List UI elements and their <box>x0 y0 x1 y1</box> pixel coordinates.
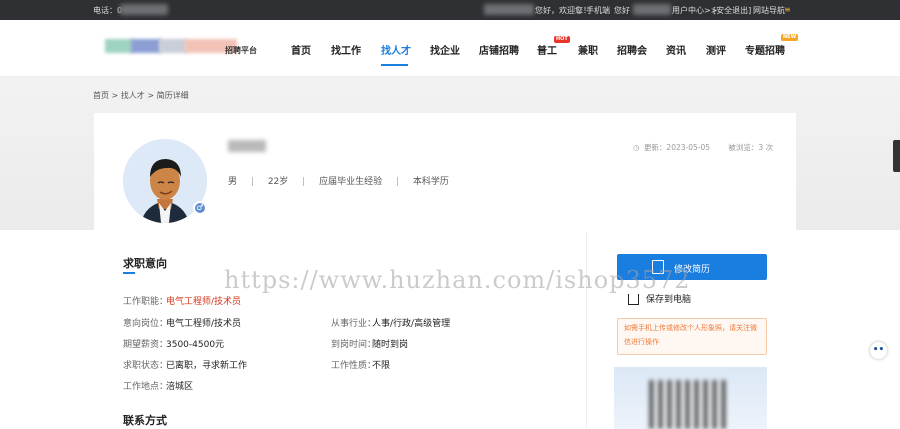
nav-news[interactable]: 资讯 <box>666 42 686 57</box>
update-info: ◷ 更新：2023-05-05 被浏览：3 次 <box>633 142 773 153</box>
position-value: 电气工程师/技术员 <box>166 319 242 329</box>
qr-code-redacted <box>649 380 727 429</box>
meta-sep: | <box>250 177 254 187</box>
breadcrumb: 首页 > 找人才 > 简历详细 <box>93 90 189 101</box>
nav-find-job[interactable]: 找工作 <box>331 42 361 57</box>
logo-subtitle: 招聘平台 <box>225 46 257 55</box>
age-value: 22岁 <box>267 177 289 187</box>
location-value: 涪城区 <box>166 382 194 392</box>
job-intent-title: 求职意向 <box>123 257 167 270</box>
clock-icon: ◷ <box>633 143 640 152</box>
phone-number-redacted <box>120 4 168 17</box>
salary-value: 3500-4500元 <box>166 340 225 350</box>
hot-badge: HOT <box>554 36 570 43</box>
nature-label: 工作性质： <box>331 361 377 371</box>
site-logo[interactable]: 招聘平台 <box>105 38 265 60</box>
nav-special-recruit[interactable]: 专题招聘 <box>745 42 785 57</box>
save-label: 保存到电脑 <box>646 295 692 305</box>
menu-icon[interactable]: ≡ <box>784 5 791 14</box>
nav-job-fair[interactable]: 招聘会 <box>617 42 647 57</box>
gender-value: 男 <box>228 177 238 187</box>
username-redacted <box>633 4 671 17</box>
arrival-label: 到岗时间： <box>331 340 377 350</box>
location-label: 工作地点： <box>123 382 169 392</box>
header: 招聘平台 首页 找工作 找人才 找企业 店铺招聘 普工 HOT 兼职 招聘会 资… <box>0 20 900 77</box>
industry-label: 从事行业： <box>331 319 377 329</box>
site-nav-link[interactable]: 网站导航 <box>753 5 785 16</box>
candidate-name-redacted <box>228 140 266 152</box>
site-name-redacted <box>484 4 534 17</box>
new-badge: NEW <box>781 34 799 41</box>
nav-home[interactable]: 首页 <box>291 42 311 57</box>
job-function-value: 电气工程师/技术员 <box>166 297 242 307</box>
logout-link[interactable]: [安全退出] <box>713 5 751 16</box>
arrival-value: 随时到岗 <box>372 340 409 350</box>
view-count: 被浏览：3 次 <box>728 143 774 152</box>
breadcrumb-sep: > <box>111 91 119 100</box>
section-underline <box>123 272 135 274</box>
nav-find-company[interactable]: 找企业 <box>430 42 460 57</box>
nav-store-recruit[interactable]: 店铺招聘 <box>479 42 519 57</box>
wechat-notice: 如需手机上传或修改个人形象照，请关注微信进行操作 <box>617 318 767 355</box>
watermark: https://www.huzhan.com/ishop3572 <box>224 266 691 294</box>
breadcrumb-current: 简历详细 <box>156 91 189 100</box>
mobile-icon[interactable]: ▯ <box>577 5 581 14</box>
download-icon <box>628 294 639 305</box>
nav-active-underline <box>381 64 408 66</box>
industry-value: 人事/行政/高级管理 <box>372 319 451 329</box>
status-label: 求职状态： <box>123 361 169 371</box>
top-bar: 电话：0 您好，欢迎您！ ▯ 手机端 您好 用户中心>> [安全退出] 网站导航… <box>0 0 900 20</box>
experience-value: 应届毕业生经验 <box>319 177 383 187</box>
chat-icon[interactable]: •• <box>870 342 887 359</box>
profile-meta: 男 | 22岁 | 应届毕业生经验 | 本科学历 <box>228 174 460 187</box>
contact-title: 联系方式 <box>123 414 167 427</box>
meta-sep: | <box>395 177 399 187</box>
nav-general-worker[interactable]: 普工 <box>537 42 557 57</box>
column-divider <box>586 232 587 429</box>
welcome-text: 您好，欢迎您！ <box>535 6 591 15</box>
nav-part-time[interactable]: 兼职 <box>578 42 598 57</box>
phone-label: 电话：0 <box>93 6 123 15</box>
position-label: 意向岗位： <box>123 319 169 329</box>
education-value: 本科学历 <box>412 177 449 187</box>
mobile-link[interactable]: 手机端 <box>586 5 610 16</box>
status-value: 已离职，寻求新工作 <box>166 361 248 371</box>
job-function-label: 工作职能： <box>123 297 169 307</box>
meta-sep: | <box>302 177 306 187</box>
side-tab[interactable] <box>893 140 900 172</box>
nature-value: 不限 <box>372 361 391 371</box>
updated-date: 更新：2023-05-05 <box>643 143 711 152</box>
nav-find-talent[interactable]: 找人才 <box>381 42 411 57</box>
nav-assessment[interactable]: 测评 <box>706 42 726 57</box>
male-icon: ♂ <box>193 201 207 215</box>
salary-label: 期望薪资： <box>123 340 169 350</box>
breadcrumb-home[interactable]: 首页 <box>93 91 109 100</box>
user-center-link[interactable]: 用户中心>> <box>672 5 717 16</box>
greeting-text: 您好 <box>614 6 630 15</box>
breadcrumb-find-talent[interactable]: 找人才 <box>121 91 145 100</box>
breadcrumb-sep: > <box>147 91 155 100</box>
